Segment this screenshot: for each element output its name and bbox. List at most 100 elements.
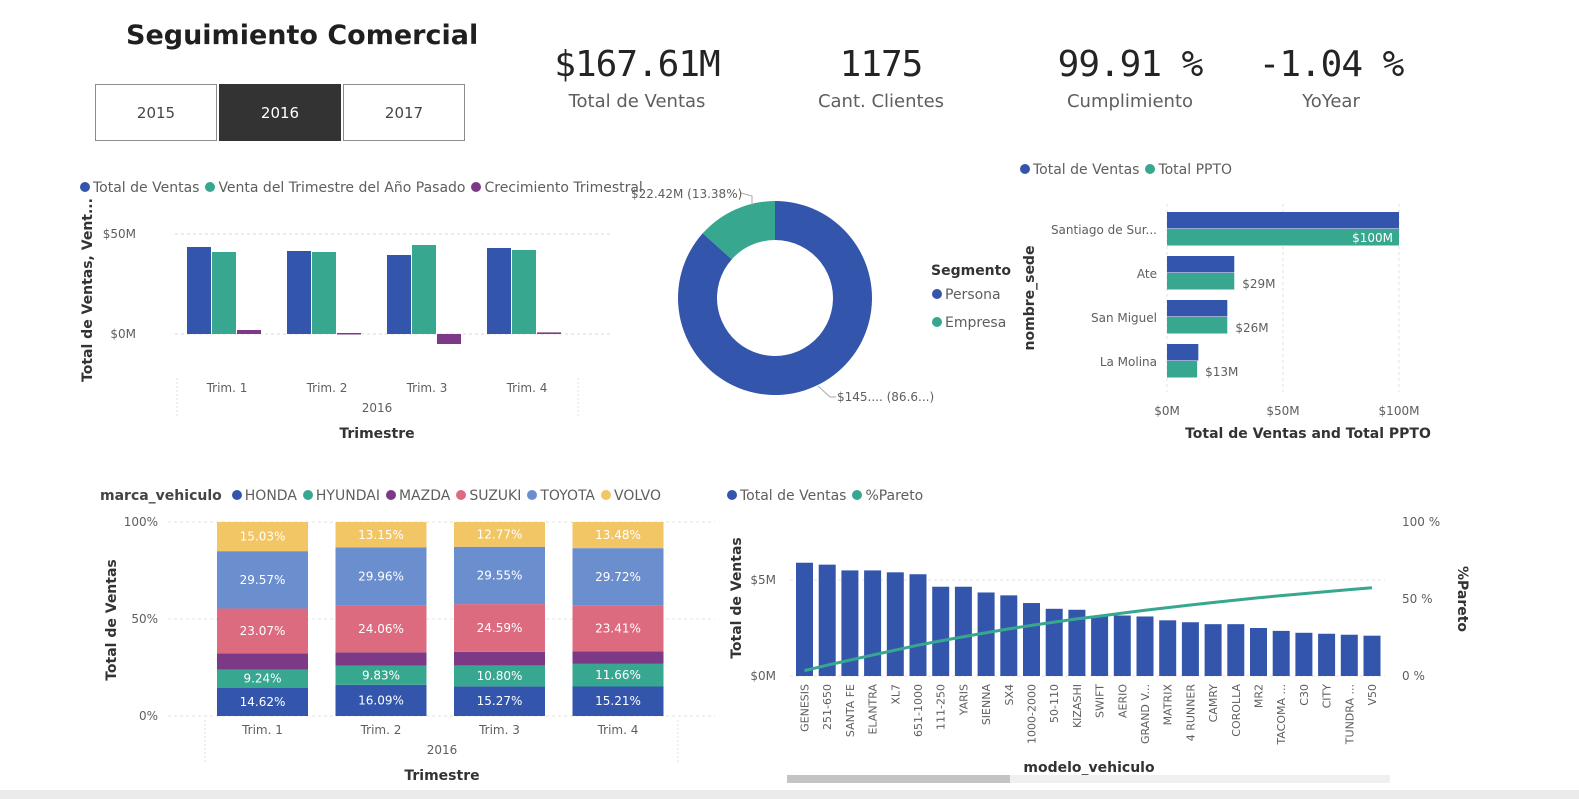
data-label: $13M bbox=[1205, 365, 1238, 379]
sede-bar-chart: $0M $50M $100M Santiago de Sur... $100M Ate $2… bbox=[1022, 204, 1431, 442]
data-label: $145.... (86.6...) bbox=[837, 390, 934, 404]
x-tick-label: YARIS bbox=[957, 684, 970, 716]
bar-crecimiento-trimestral bbox=[537, 332, 561, 334]
bar-total-de-ventas bbox=[1340, 634, 1358, 676]
bar-total-de-ventas bbox=[287, 251, 311, 334]
data-label: $29M bbox=[1242, 277, 1275, 291]
x-tick-label: SWIFT bbox=[1094, 684, 1107, 718]
x-tick-label: AERIO bbox=[1116, 684, 1129, 718]
x-tick-label: ELANTRA bbox=[867, 684, 880, 735]
bar-total-de-ventas bbox=[1167, 256, 1235, 273]
data-label: 10.80% bbox=[477, 669, 523, 683]
y-tick-label: 0% bbox=[139, 709, 158, 723]
data-label: 23.41% bbox=[595, 622, 641, 636]
bar-total-de-ventas bbox=[1181, 622, 1199, 676]
x-tick-label: MATRIX bbox=[1162, 684, 1175, 726]
bar-venta-del-trimestre-del-a-o-pasado bbox=[412, 245, 436, 334]
stack-segment-mazda bbox=[217, 653, 308, 670]
x-tick-label: GRAND V... bbox=[1139, 684, 1152, 744]
bar-total-de-ventas bbox=[1167, 300, 1228, 317]
x-tick-label: Trim. 2 bbox=[360, 723, 402, 737]
data-label: $100M bbox=[1352, 231, 1393, 245]
data-label: $22.42M (13.38%) bbox=[631, 187, 742, 201]
bar-total-de-ventas bbox=[1091, 615, 1109, 676]
x-tick-label: GENESIS bbox=[799, 684, 812, 732]
y2-tick-label: 100 % bbox=[1402, 515, 1440, 529]
data-label: 29.72% bbox=[595, 570, 641, 584]
x-tick-label: Trim. 4 bbox=[506, 381, 548, 395]
y-tick-label: $5M bbox=[750, 573, 776, 587]
legend-label: Empresa bbox=[945, 315, 1006, 331]
bar-venta-del-trimestre-del-a-o-pasado bbox=[312, 252, 336, 334]
data-label: 13.48% bbox=[595, 528, 641, 542]
y-tick-label: Ate bbox=[1137, 267, 1157, 281]
bar-total-de-ventas bbox=[1167, 212, 1399, 229]
charts-canvas: $50M $0M Trim. 1 Trim. 2 Trim. 3 Trim. 4 2016 T… bbox=[80, 187, 1470, 784]
bar-total-ppto bbox=[1167, 273, 1235, 290]
x-tick-label: SANTA FE bbox=[844, 684, 857, 737]
legend-title: Segmento bbox=[931, 263, 1011, 279]
x-tick-label: CITY bbox=[1321, 684, 1334, 709]
bar-total-de-ventas bbox=[1227, 624, 1245, 676]
y-tick-label: 50% bbox=[131, 612, 158, 626]
bar-venta-del-trimestre-del-a-o-pasado bbox=[512, 250, 536, 334]
x-tick-label: COROLLA bbox=[1230, 684, 1243, 737]
bar-total-de-ventas bbox=[487, 248, 511, 334]
x-tick-label: SIENNA bbox=[980, 684, 993, 726]
pareto-scrollbar-thumb[interactable] bbox=[787, 775, 1010, 783]
bar-total-de-ventas bbox=[1000, 595, 1018, 676]
x-tick-label: Trim. 1 bbox=[206, 381, 248, 395]
bar-total-de-ventas bbox=[387, 255, 411, 334]
x-tick-label: $100M bbox=[1379, 404, 1420, 418]
data-label: 23.07% bbox=[240, 624, 286, 638]
x-tick-label: 1000-2000 bbox=[1026, 684, 1039, 744]
y2-tick-label: 0 % bbox=[1402, 669, 1425, 683]
y-tick-label: La Molina bbox=[1100, 355, 1157, 369]
bar-total-de-ventas bbox=[1318, 633, 1336, 676]
x-tick-label: MR2 bbox=[1253, 684, 1266, 708]
bar-total-de-ventas bbox=[1250, 628, 1267, 676]
pareto-scrollbar-track[interactable] bbox=[787, 775, 1390, 783]
x-tick-label: TACOMA ... bbox=[1275, 684, 1288, 746]
bar-crecimiento-trimestral bbox=[237, 330, 261, 334]
data-label: $26M bbox=[1235, 321, 1268, 335]
stack-segment-mazda bbox=[335, 652, 427, 666]
bar-total-de-ventas bbox=[1113, 615, 1131, 676]
y-tick-label: Santiago de Sur... bbox=[1051, 223, 1157, 237]
bar-total-de-ventas bbox=[1295, 632, 1313, 676]
x-tick-label: 251-650 bbox=[821, 684, 834, 730]
x-group-label: 2016 bbox=[362, 401, 393, 415]
bar-crecimiento-trimestral bbox=[437, 334, 461, 344]
x-axis-title: Trimestre bbox=[404, 768, 479, 784]
x-tick-label: Trim. 4 bbox=[597, 723, 639, 737]
x-tick-label: Trim. 1 bbox=[241, 723, 283, 737]
x-axis-title: modelo_vehiculo bbox=[1023, 760, 1155, 776]
y2-tick-label: 50 % bbox=[1402, 592, 1433, 606]
leader-line bbox=[817, 385, 836, 398]
page-bottom-bar bbox=[0, 790, 1579, 799]
legend-dot bbox=[932, 317, 942, 327]
bar-total-de-ventas bbox=[1045, 608, 1063, 676]
bar-total-de-ventas bbox=[1023, 603, 1040, 676]
data-label: 24.06% bbox=[358, 622, 404, 636]
bar-total-de-ventas bbox=[1204, 624, 1222, 676]
data-label: 24.59% bbox=[477, 621, 523, 635]
x-tick-label: SX4 bbox=[1003, 684, 1016, 706]
data-label: 15.21% bbox=[595, 694, 641, 708]
bar-total-de-ventas bbox=[909, 574, 927, 676]
y2-axis-title: %Pareto bbox=[1454, 566, 1470, 632]
bar-total-de-ventas bbox=[1167, 344, 1199, 361]
data-label: 29.57% bbox=[240, 573, 286, 587]
bar-total-de-ventas bbox=[818, 564, 836, 676]
bar-total-de-ventas bbox=[886, 572, 904, 676]
y-tick-label: $0M bbox=[750, 669, 776, 683]
x-tick-label: C30 bbox=[1298, 684, 1311, 706]
y-tick-label: 100% bbox=[124, 515, 158, 529]
x-tick-label: V50 bbox=[1366, 684, 1379, 706]
y-tick-label: $0M bbox=[110, 327, 136, 341]
quarterly-sales-chart: $50M $0M Trim. 1 Trim. 2 Trim. 3 Trim. 4 2016 T… bbox=[80, 198, 610, 442]
stack-segment-mazda bbox=[454, 651, 545, 666]
x-tick-label: Trim. 2 bbox=[306, 381, 348, 395]
x-tick-label: TUNDRA ... bbox=[1343, 684, 1356, 745]
x-tick-label: 111-250 bbox=[935, 684, 948, 730]
